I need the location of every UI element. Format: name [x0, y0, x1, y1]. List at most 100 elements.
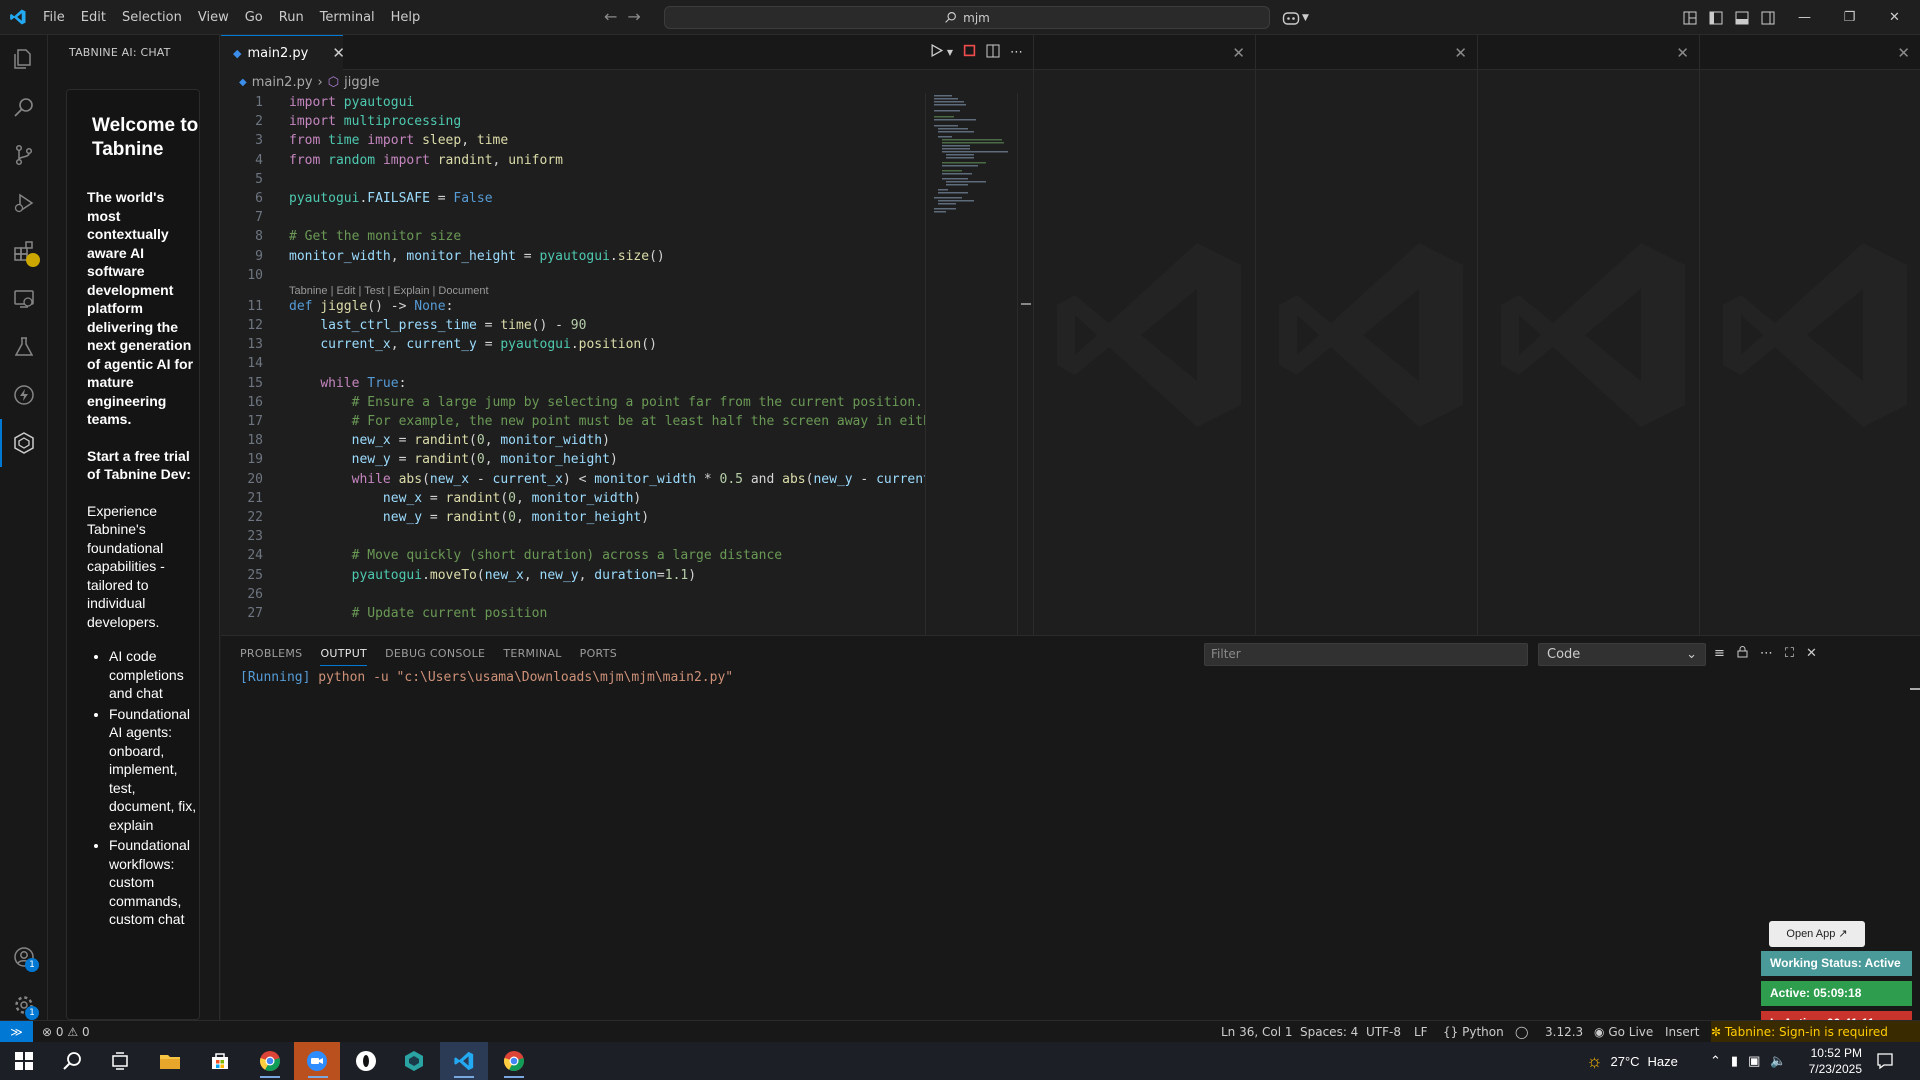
remote-indicator-icon[interactable]: ≫	[0, 1021, 33, 1043]
menu-item-file[interactable]: File	[35, 0, 73, 35]
close-group-icon[interactable]: ✕	[1454, 44, 1467, 62]
tab-output[interactable]: OUTPUT	[320, 636, 376, 671]
line-number: 2	[255, 114, 263, 130]
chevron-up-icon[interactable]: ⌃	[1710, 1053, 1721, 1069]
microsoft-store-icon[interactable]	[196, 1042, 244, 1080]
run-dropdown-icon[interactable]: ▼	[947, 48, 953, 57]
testing-icon[interactable]	[0, 323, 48, 371]
tab-ports[interactable]: PORTS	[580, 636, 626, 671]
forward-arrow-icon[interactable]: →	[627, 7, 640, 26]
close-panel-icon[interactable]: ✕	[1806, 646, 1817, 661]
thunder-client-icon[interactable]	[0, 371, 48, 419]
more-actions-icon[interactable]: ⋯	[1760, 646, 1773, 661]
minimap[interactable]	[925, 93, 1017, 635]
explorer-icon[interactable]	[0, 35, 48, 83]
stop-run-icon[interactable]	[963, 44, 976, 61]
tabnine-codelens[interactable]: Tabnine | Edit | Test | Explain | Docume…	[289, 285, 489, 297]
command-center[interactable]: mjm	[664, 6, 1270, 29]
code-token: (	[422, 471, 430, 487]
account-icon[interactable]: 1	[0, 933, 48, 981]
code-token: (	[469, 452, 477, 468]
output-command: python -u "c:\Users\usama\Downloads\mjm\…	[318, 670, 734, 685]
close-group-icon[interactable]: ✕	[1676, 44, 1689, 62]
editor-scrollbar[interactable]	[1017, 93, 1031, 635]
tabnine-icon[interactable]	[0, 419, 48, 467]
split-editor-icon[interactable]	[986, 44, 1000, 62]
editor-mode[interactable]: Insert	[1665, 1021, 1699, 1043]
remote-explorer-icon[interactable]	[0, 275, 48, 323]
toggle-sidebar-icon[interactable]	[1703, 0, 1729, 35]
close-tab-icon[interactable]: ✕	[332, 44, 345, 62]
menu-item-terminal[interactable]: Terminal	[312, 0, 383, 35]
menu-item-view[interactable]: View	[190, 0, 237, 35]
open-app-button[interactable]: Open App ↗	[1769, 921, 1865, 947]
language-mode[interactable]: {} Python	[1443, 1021, 1504, 1043]
tab-debug-console[interactable]: DEBUG CONSOLE	[385, 636, 494, 671]
file-explorer-icon[interactable]	[146, 1042, 194, 1080]
toggle-secondary-sidebar-icon[interactable]	[1755, 0, 1781, 35]
taskbar-search-icon[interactable]	[48, 1042, 96, 1080]
vscode-taskbar-icon[interactable]	[440, 1042, 488, 1080]
task-view-icon[interactable]	[96, 1042, 144, 1080]
tab-main2-py[interactable]: ◆ main2.py ✕	[221, 35, 345, 70]
minimize-icon[interactable]: —	[1782, 0, 1827, 35]
cursor-position[interactable]: Ln 36, Col 1	[1221, 1021, 1293, 1043]
green-app-icon[interactable]	[342, 1042, 390, 1080]
more-actions-icon[interactable]: ⋯	[1010, 45, 1023, 60]
tab-problems[interactable]: PROBLEMS	[240, 636, 311, 671]
weather-widget[interactable]: ☼ 27°C Haze	[1586, 1042, 1678, 1080]
back-arrow-icon[interactable]: ←	[604, 7, 617, 26]
menu-item-help[interactable]: Help	[383, 0, 429, 35]
indentation[interactable]: Spaces: 4	[1300, 1021, 1358, 1043]
code-editor[interactable]: 1 import pyautogui 2 import multiprocessing…	[221, 93, 1033, 635]
menu-item-go[interactable]: Go	[237, 0, 271, 35]
copilot-icon[interactable]: ▼	[1282, 10, 1309, 26]
output-filter-input[interactable]: Filter	[1204, 643, 1528, 666]
run-file-icon[interactable]	[930, 43, 944, 61]
close-window-icon[interactable]: ✕	[1872, 0, 1917, 35]
lock-scroll-icon[interactable]	[1737, 645, 1748, 662]
tabnine-status[interactable]: ✼ Tabnine: Sign-in is required	[1711, 1021, 1920, 1043]
copilot-menu[interactable]: ▼	[1282, 0, 1309, 35]
extensions-icon[interactable]	[0, 227, 48, 275]
menu-item-run[interactable]: Run	[271, 0, 312, 35]
clock[interactable]: 10:52 PM 7/23/2025	[1806, 1042, 1862, 1080]
encoding[interactable]: UTF-8	[1366, 1021, 1401, 1043]
chrome-icon[interactable]	[246, 1042, 294, 1080]
breadcrumb-symbol[interactable]: jiggle	[344, 75, 379, 90]
hexagon-app-icon[interactable]	[390, 1042, 438, 1080]
breadcrumb-file[interactable]: main2.py	[252, 75, 313, 90]
restore-icon[interactable]: ❐	[1827, 0, 1872, 35]
active-time-badge: Active: 05:09:18	[1761, 981, 1912, 1006]
chrome-profile-icon[interactable]	[490, 1042, 538, 1080]
run-debug-icon[interactable]	[0, 179, 48, 227]
problems-status[interactable]: ⊗ 0 ⚠ 0	[42, 1021, 90, 1043]
code-text: from random import randint, uniform	[289, 151, 563, 170]
menu-item-selection[interactable]: Selection	[114, 0, 190, 35]
go-live-button[interactable]: ◉ Go Live	[1594, 1021, 1653, 1043]
line-ending[interactable]: LF	[1414, 1021, 1428, 1043]
close-group-icon[interactable]: ✕	[1232, 44, 1245, 62]
battery-icon[interactable]: ▮	[1731, 1053, 1738, 1069]
close-group-icon[interactable]: ✕	[1897, 44, 1910, 62]
notification-center-icon[interactable]	[1876, 1042, 1894, 1080]
output-channel-select[interactable]: Code ⌄	[1538, 643, 1706, 666]
windows-start-icon[interactable]	[0, 1042, 48, 1080]
toggle-panel-icon[interactable]	[1729, 0, 1755, 35]
tab-terminal[interactable]: TERMINAL	[503, 636, 570, 671]
copilot-status-icon[interactable]: ◯	[1515, 1021, 1528, 1043]
code-text: last_ctrl_press_time = time() - 90	[289, 316, 586, 335]
customize-layout-icon[interactable]	[1677, 0, 1703, 35]
clear-output-icon[interactable]: ≡	[1714, 646, 1725, 661]
maximize-panel-icon[interactable]: ⛶	[1785, 646, 1794, 661]
code-token: current_y	[406, 337, 477, 353]
volume-icon[interactable]: 🔈	[1770, 1053, 1786, 1069]
menu-item-edit[interactable]: Edit	[73, 0, 114, 35]
code-token: () -	[531, 318, 571, 333]
network-icon[interactable]: ▣	[1748, 1053, 1760, 1069]
python-version[interactable]: 3.12.3	[1545, 1021, 1583, 1043]
search-icon[interactable]	[0, 83, 48, 131]
source-control-icon[interactable]	[0, 131, 48, 179]
zoom-app-icon[interactable]	[294, 1042, 340, 1080]
